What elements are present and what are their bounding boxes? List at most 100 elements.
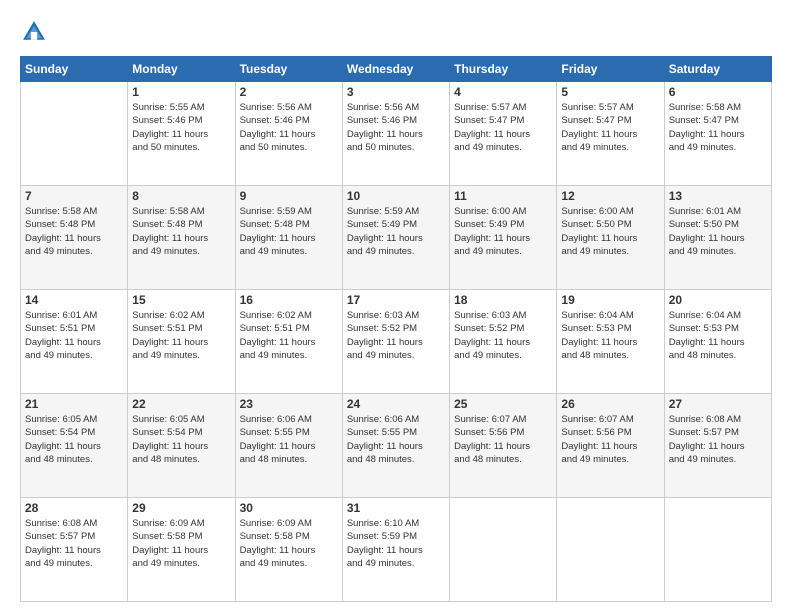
- day-cell: 2 Sunrise: 5:56 AMSunset: 5:46 PMDaylight…: [235, 82, 342, 186]
- day-number: 3: [347, 85, 445, 99]
- day-number: 1: [132, 85, 230, 99]
- day-number: 28: [25, 501, 123, 515]
- day-number: 6: [669, 85, 767, 99]
- day-info: Sunrise: 6:03 AMSunset: 5:52 PMDaylight:…: [454, 309, 552, 362]
- day-info: Sunrise: 6:08 AMSunset: 5:57 PMDaylight:…: [25, 517, 123, 570]
- day-number: 12: [561, 189, 659, 203]
- day-info: Sunrise: 5:56 AMSunset: 5:46 PMDaylight:…: [347, 101, 445, 154]
- day-info: Sunrise: 6:01 AMSunset: 5:50 PMDaylight:…: [669, 205, 767, 258]
- day-number: 2: [240, 85, 338, 99]
- day-number: 8: [132, 189, 230, 203]
- header: [20, 18, 772, 46]
- day-cell: 29 Sunrise: 6:09 AMSunset: 5:58 PMDayligh…: [128, 498, 235, 602]
- day-cell: [450, 498, 557, 602]
- day-number: 5: [561, 85, 659, 99]
- day-number: 13: [669, 189, 767, 203]
- header-day-tuesday: Tuesday: [235, 57, 342, 82]
- week-row-2: 7 Sunrise: 5:58 AMSunset: 5:48 PMDaylight…: [21, 186, 772, 290]
- calendar-table: SundayMondayTuesdayWednesdayThursdayFrid…: [20, 56, 772, 602]
- day-number: 23: [240, 397, 338, 411]
- day-cell: 30Sunrise: 6:09 AMSunset: 5:58 PMDayligh…: [235, 498, 342, 602]
- day-cell: 11Sunrise: 6:00 AMSunset: 5:49 PMDayligh…: [450, 186, 557, 290]
- header-day-thursday: Thursday: [450, 57, 557, 82]
- day-info: Sunrise: 6:02 AMSunset: 5:51 PMDaylight:…: [132, 309, 230, 362]
- day-cell: 14Sunrise: 6:01 AMSunset: 5:51 PMDayligh…: [21, 290, 128, 394]
- week-row-1: 1 Sunrise: 5:55 AMSunset: 5:46 PMDaylight…: [21, 82, 772, 186]
- day-info: Sunrise: 5:59 AMSunset: 5:49 PMDaylight:…: [347, 205, 445, 258]
- day-info: Sunrise: 6:09 AMSunset: 5:58 PMDaylight:…: [132, 517, 230, 570]
- day-info: Sunrise: 6:06 AMSunset: 5:55 PMDaylight:…: [240, 413, 338, 466]
- day-info: Sunrise: 5:56 AMSunset: 5:46 PMDaylight:…: [240, 101, 338, 154]
- week-row-5: 28 Sunrise: 6:08 AMSunset: 5:57 PMDayligh…: [21, 498, 772, 602]
- day-info: Sunrise: 6:02 AMSunset: 5:51 PMDaylight:…: [240, 309, 338, 362]
- day-number: 9: [240, 189, 338, 203]
- day-cell: 6 Sunrise: 5:58 AMSunset: 5:47 PMDaylight…: [664, 82, 771, 186]
- day-cell: 28 Sunrise: 6:08 AMSunset: 5:57 PMDayligh…: [21, 498, 128, 602]
- day-cell: [21, 82, 128, 186]
- day-info: Sunrise: 6:07 AMSunset: 5:56 PMDaylight:…: [561, 413, 659, 466]
- week-row-3: 14Sunrise: 6:01 AMSunset: 5:51 PMDayligh…: [21, 290, 772, 394]
- day-info: Sunrise: 6:10 AMSunset: 5:59 PMDaylight:…: [347, 517, 445, 570]
- day-cell: 19Sunrise: 6:04 AMSunset: 5:53 PMDayligh…: [557, 290, 664, 394]
- day-number: 21: [25, 397, 123, 411]
- day-cell: 20 Sunrise: 6:04 AMSunset: 5:53 PMDayligh…: [664, 290, 771, 394]
- day-info: Sunrise: 6:04 AMSunset: 5:53 PMDaylight:…: [561, 309, 659, 362]
- day-cell: 25Sunrise: 6:07 AMSunset: 5:56 PMDayligh…: [450, 394, 557, 498]
- day-info: Sunrise: 6:08 AMSunset: 5:57 PMDaylight:…: [669, 413, 767, 466]
- day-number: 22: [132, 397, 230, 411]
- day-cell: 24 Sunrise: 6:06 AMSunset: 5:55 PMDayligh…: [342, 394, 449, 498]
- day-number: 20: [669, 293, 767, 307]
- day-cell: 3 Sunrise: 5:56 AMSunset: 5:46 PMDaylight…: [342, 82, 449, 186]
- day-number: 10: [347, 189, 445, 203]
- day-cell: [664, 498, 771, 602]
- day-info: Sunrise: 5:57 AMSunset: 5:47 PMDaylight:…: [454, 101, 552, 154]
- day-number: 24: [347, 397, 445, 411]
- day-info: Sunrise: 5:57 AMSunset: 5:47 PMDaylight:…: [561, 101, 659, 154]
- day-number: 29: [132, 501, 230, 515]
- day-info: Sunrise: 6:00 AMSunset: 5:50 PMDaylight:…: [561, 205, 659, 258]
- day-number: 17: [347, 293, 445, 307]
- header-day-sunday: Sunday: [21, 57, 128, 82]
- header-day-wednesday: Wednesday: [342, 57, 449, 82]
- day-cell: 13 Sunrise: 6:01 AMSunset: 5:50 PMDayligh…: [664, 186, 771, 290]
- day-info: Sunrise: 6:05 AMSunset: 5:54 PMDaylight:…: [25, 413, 123, 466]
- day-number: 4: [454, 85, 552, 99]
- day-cell: 8Sunrise: 5:58 AMSunset: 5:48 PMDaylight…: [128, 186, 235, 290]
- calendar-body: 1 Sunrise: 5:55 AMSunset: 5:46 PMDaylight…: [21, 82, 772, 602]
- day-cell: 31 Sunrise: 6:10 AMSunset: 5:59 PMDayligh…: [342, 498, 449, 602]
- day-cell: 7 Sunrise: 5:58 AMSunset: 5:48 PMDaylight…: [21, 186, 128, 290]
- day-number: 7: [25, 189, 123, 203]
- day-cell: 12 Sunrise: 6:00 AMSunset: 5:50 PMDayligh…: [557, 186, 664, 290]
- day-info: Sunrise: 5:58 AMSunset: 5:48 PMDaylight:…: [25, 205, 123, 258]
- day-cell: 23 Sunrise: 6:06 AMSunset: 5:55 PMDayligh…: [235, 394, 342, 498]
- logo: [20, 18, 52, 46]
- header-day-friday: Friday: [557, 57, 664, 82]
- day-number: 18: [454, 293, 552, 307]
- day-number: 16: [240, 293, 338, 307]
- day-info: Sunrise: 6:04 AMSunset: 5:53 PMDaylight:…: [669, 309, 767, 362]
- day-cell: 18 Sunrise: 6:03 AMSunset: 5:52 PMDayligh…: [450, 290, 557, 394]
- day-info: Sunrise: 5:55 AMSunset: 5:46 PMDaylight:…: [132, 101, 230, 154]
- day-cell: 16 Sunrise: 6:02 AMSunset: 5:51 PMDayligh…: [235, 290, 342, 394]
- header-day-monday: Monday: [128, 57, 235, 82]
- day-cell: 5 Sunrise: 5:57 AMSunset: 5:47 PMDaylight…: [557, 82, 664, 186]
- day-cell: 9 Sunrise: 5:59 AMSunset: 5:48 PMDaylight…: [235, 186, 342, 290]
- day-cell: 4 Sunrise: 5:57 AMSunset: 5:47 PMDaylight…: [450, 82, 557, 186]
- day-cell: 15Sunrise: 6:02 AMSunset: 5:51 PMDayligh…: [128, 290, 235, 394]
- day-info: Sunrise: 6:06 AMSunset: 5:55 PMDaylight:…: [347, 413, 445, 466]
- day-info: Sunrise: 5:58 AMSunset: 5:47 PMDaylight:…: [669, 101, 767, 154]
- day-cell: 17Sunrise: 6:03 AMSunset: 5:52 PMDayligh…: [342, 290, 449, 394]
- day-info: Sunrise: 5:59 AMSunset: 5:48 PMDaylight:…: [240, 205, 338, 258]
- day-cell: [557, 498, 664, 602]
- day-number: 11: [454, 189, 552, 203]
- day-info: Sunrise: 6:09 AMSunset: 5:58 PMDaylight:…: [240, 517, 338, 570]
- page: SundayMondayTuesdayWednesdayThursdayFrid…: [0, 0, 792, 612]
- day-info: Sunrise: 6:05 AMSunset: 5:54 PMDaylight:…: [132, 413, 230, 466]
- day-info: Sunrise: 6:07 AMSunset: 5:56 PMDaylight:…: [454, 413, 552, 466]
- header-day-saturday: Saturday: [664, 57, 771, 82]
- day-cell: 21 Sunrise: 6:05 AMSunset: 5:54 PMDayligh…: [21, 394, 128, 498]
- day-number: 14: [25, 293, 123, 307]
- logo-icon: [20, 18, 48, 46]
- day-number: 31: [347, 501, 445, 515]
- day-cell: 10 Sunrise: 5:59 AMSunset: 5:49 PMDayligh…: [342, 186, 449, 290]
